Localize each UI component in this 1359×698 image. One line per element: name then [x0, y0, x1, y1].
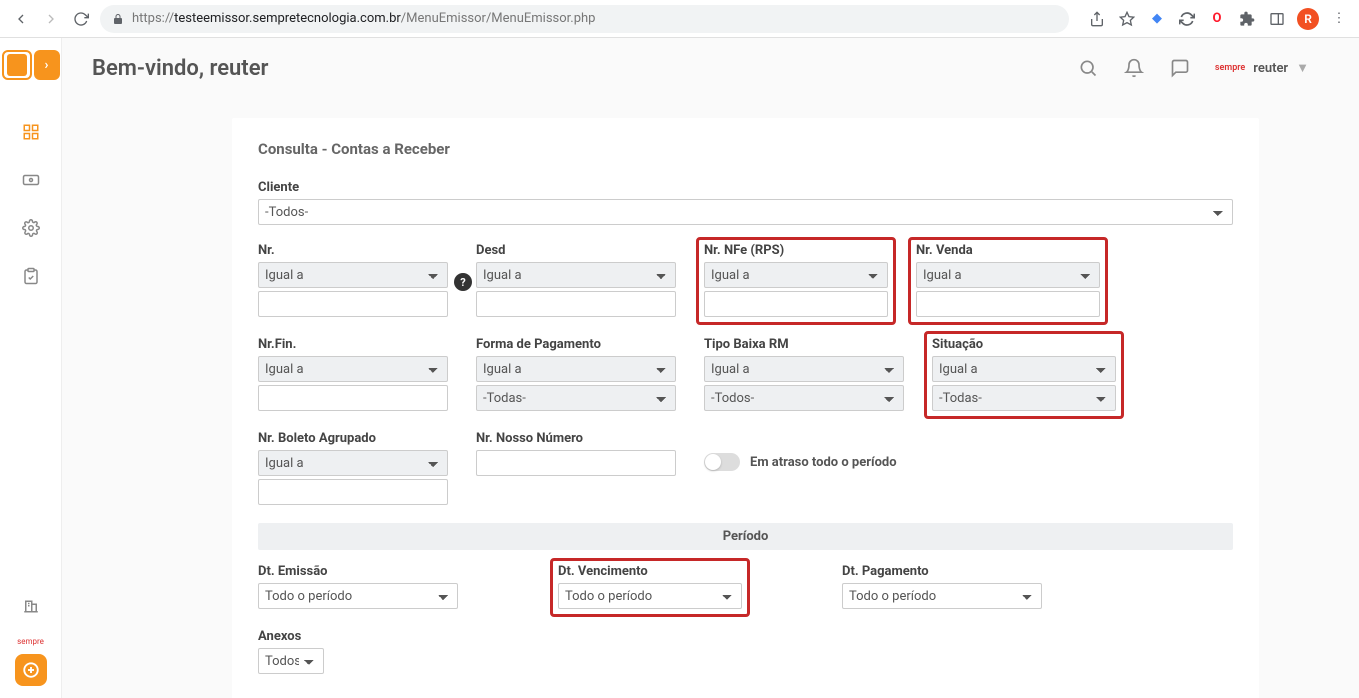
chevron-down-icon: ▼	[1296, 60, 1309, 76]
nr-nosso-field: Nr. Nosso Número	[476, 431, 676, 476]
nr-venda-op-select[interactable]: Igual a	[916, 262, 1100, 288]
nr-input[interactable]	[258, 291, 448, 317]
tipo-baixa-field: Tipo Baixa RM Igual a -Todos-	[704, 337, 904, 411]
cliente-label: Cliente	[258, 180, 1233, 195]
forma-pag-label: Forma de Pagamento	[476, 337, 676, 352]
dt-vencimento-label: Dt. Vencimento	[558, 564, 742, 579]
cliente-field: Cliente -Todos-	[258, 180, 1233, 225]
anexos-field: Anexos Todos	[258, 629, 324, 674]
tipo-baixa-label: Tipo Baixa RM	[704, 337, 904, 352]
address-bar[interactable]: https://testeemissor.sempretecnologia.co…	[100, 5, 1069, 33]
nr-nfe-field: Nr. NFe (RPS) Igual a	[696, 237, 896, 325]
nr-nfe-label: Nr. NFe (RPS)	[704, 243, 888, 258]
dt-pagamento-field: Dt. Pagamento Todo o período	[842, 564, 1042, 611]
anexos-select[interactable]: Todos	[258, 648, 324, 674]
desd-field: Desd Igual a	[476, 243, 676, 317]
main-area: Bem-vindo, reuter sempre reuter ▼	[62, 38, 1359, 698]
desd-label: Desd	[476, 243, 676, 258]
card-title: Consulta - Contas a Receber	[258, 140, 1233, 158]
extension-icon-2[interactable]	[1177, 9, 1197, 29]
sidebar-settings-icon[interactable]	[13, 210, 49, 246]
help-icon[interactable]: ?	[454, 273, 472, 291]
browser-actions: ◆ O R ⋮	[1077, 8, 1349, 30]
user-name-label: reuter	[1253, 61, 1288, 76]
situacao-value-select[interactable]: -Todas-	[932, 385, 1116, 411]
search-icon[interactable]	[1077, 57, 1099, 79]
back-button[interactable]	[10, 8, 32, 30]
situacao-op-select[interactable]: Igual a	[932, 356, 1116, 382]
nr-fin-input[interactable]	[258, 385, 448, 411]
app-sidebar: › sempre	[0, 38, 62, 698]
app-logo[interactable]: ›	[2, 50, 60, 80]
em-atraso-label: Em atraso todo o período	[750, 455, 897, 470]
tipo-baixa-op-select[interactable]: Igual a	[704, 356, 904, 382]
forma-pag-value-select[interactable]: -Todas-	[476, 385, 676, 411]
bell-icon[interactable]	[1123, 57, 1145, 79]
lock-icon	[112, 13, 124, 25]
welcome-text: Bem-vindo, reuter	[92, 56, 268, 81]
nr-nosso-label: Nr. Nosso Número	[476, 431, 676, 446]
dt-vencimento-select[interactable]: Todo o período	[558, 583, 742, 609]
user-menu[interactable]: sempre reuter ▼	[1215, 60, 1309, 76]
nr-field: Nr. Igual a ?	[258, 243, 448, 317]
dt-pagamento-select[interactable]: Todo o período	[842, 583, 1042, 609]
chat-icon[interactable]	[1169, 57, 1191, 79]
forma-pag-field: Forma de Pagamento Igual a -Todas-	[476, 337, 676, 411]
nr-venda-input[interactable]	[916, 291, 1100, 317]
sidebar-clipboard-icon[interactable]	[13, 258, 49, 294]
dt-pagamento-label: Dt. Pagamento	[842, 564, 1042, 579]
filter-card: Consulta - Contas a Receber Cliente -Tod…	[232, 118, 1259, 698]
extension-icon-1[interactable]: ◆	[1147, 9, 1167, 29]
forma-pag-op-select[interactable]: Igual a	[476, 356, 676, 382]
nr-nfe-input[interactable]	[704, 291, 888, 317]
nr-op-select[interactable]: Igual a	[258, 262, 448, 288]
sidebar-dashboard-icon[interactable]	[13, 114, 49, 150]
anexos-label: Anexos	[258, 629, 324, 644]
em-atraso-toggle-wrap: Em atraso todo o período	[704, 453, 897, 471]
sidebar-brand-icon: sempre	[17, 637, 44, 646]
nr-nosso-input[interactable]	[476, 450, 676, 476]
profile-avatar[interactable]: R	[1297, 8, 1319, 30]
tipo-baixa-value-select[interactable]: -Todos-	[704, 385, 904, 411]
url-text: https://testeemissor.sempretecnologia.co…	[132, 11, 596, 26]
em-atraso-toggle[interactable]	[704, 453, 740, 471]
dt-emissao-label: Dt. Emissão	[258, 564, 458, 579]
browser-toolbar: https://testeemissor.sempretecnologia.co…	[0, 0, 1359, 38]
nr-boleto-field: Nr. Boleto Agrupado Igual a	[258, 431, 448, 505]
desd-input[interactable]	[476, 291, 676, 317]
situacao-field: Situação Igual a -Todas-	[924, 331, 1124, 419]
extension-opera-icon[interactable]: O	[1207, 9, 1227, 29]
nr-venda-field: Nr. Venda Igual a	[908, 237, 1108, 325]
nr-fin-label: Nr.Fin.	[258, 337, 448, 352]
nr-venda-label: Nr. Venda	[916, 243, 1100, 258]
nr-fin-op-select[interactable]: Igual a	[258, 356, 448, 382]
dt-vencimento-field: Dt. Vencimento Todo o período	[550, 558, 750, 617]
add-fab-button[interactable]	[15, 654, 47, 686]
nr-boleto-input[interactable]	[258, 479, 448, 505]
kebab-menu-icon[interactable]: ⋮	[1329, 9, 1349, 29]
app-header: Bem-vindo, reuter sempre reuter ▼	[62, 38, 1359, 98]
dt-emissao-select[interactable]: Todo o período	[258, 583, 458, 609]
desd-op-select[interactable]: Igual a	[476, 262, 676, 288]
dt-emissao-field: Dt. Emissão Todo o período	[258, 564, 458, 611]
situacao-label: Situação	[932, 337, 1116, 352]
sidebar-building-icon[interactable]	[13, 587, 49, 623]
sidebar-money-icon[interactable]	[13, 162, 49, 198]
nr-label: Nr.	[258, 243, 448, 258]
forward-button[interactable]	[40, 8, 62, 30]
nr-fin-field: Nr.Fin. Igual a	[258, 337, 448, 411]
nr-boleto-op-select[interactable]: Igual a	[258, 450, 448, 476]
bookmark-star-icon[interactable]	[1117, 9, 1137, 29]
cliente-select[interactable]: -Todos-	[258, 199, 1233, 225]
period-header: Período	[258, 523, 1233, 550]
brand-mini-icon: sempre	[1215, 63, 1245, 73]
nr-boleto-label: Nr. Boleto Agrupado	[258, 431, 448, 446]
nr-nfe-op-select[interactable]: Igual a	[704, 262, 888, 288]
reload-button[interactable]	[70, 8, 92, 30]
extensions-puzzle-icon[interactable]	[1237, 9, 1257, 29]
share-icon[interactable]	[1087, 9, 1107, 29]
panel-icon[interactable]	[1267, 9, 1287, 29]
